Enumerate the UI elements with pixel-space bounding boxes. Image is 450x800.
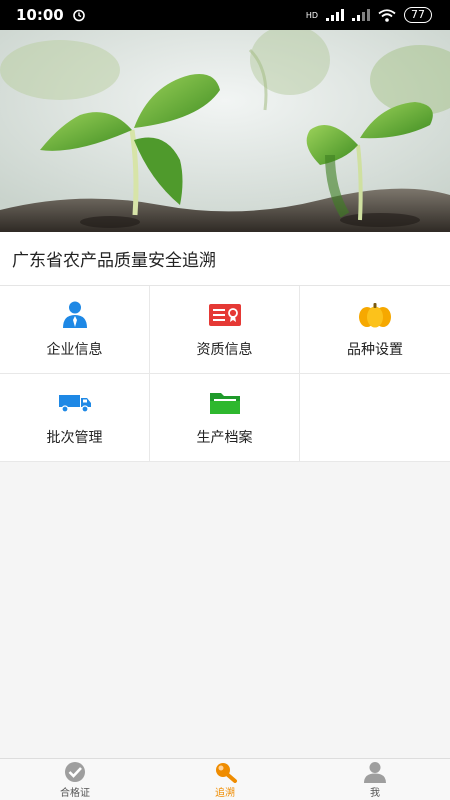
menu-grid: 企业信息 资质信息 品种设置 批次管理 生产档案 (0, 286, 450, 462)
menu-item-label: 批次管理 (46, 429, 103, 446)
menu-item-label: 品种设置 (347, 341, 403, 358)
menu-item-label: 企业信息 (46, 341, 103, 358)
tab-label: 合格证 (60, 787, 90, 799)
signal-2-icon (352, 9, 370, 21)
folder-icon (209, 392, 240, 414)
check-badge-icon (65, 761, 85, 782)
person-icon (62, 301, 87, 328)
wifi-icon (378, 8, 396, 22)
tab-label: 追溯 (215, 787, 235, 799)
tab-trace[interactable]: 追溯 (150, 759, 300, 800)
tab-label: 我 (370, 787, 380, 799)
menu-item-production-records[interactable]: 生产档案 (150, 374, 300, 462)
menu-item-variety-settings[interactable]: 品种设置 (300, 286, 450, 374)
magnifier-icon (216, 762, 237, 783)
banner-image (0, 30, 450, 232)
seedling-illustration (0, 30, 450, 232)
certificate-icon (208, 303, 241, 326)
signal-icon (326, 9, 344, 21)
menu-empty-cell (300, 374, 450, 462)
menu-item-company-info[interactable]: 企业信息 (0, 286, 150, 374)
tab-certificate[interactable]: 合格证 (0, 759, 150, 800)
tab-me[interactable]: 我 (300, 759, 450, 800)
menu-item-qualification-info[interactable]: 资质信息 (150, 286, 300, 374)
menu-item-batch-management[interactable]: 批次管理 (0, 374, 150, 462)
content-empty-area (0, 462, 450, 763)
truck-icon (58, 394, 91, 413)
page-title: 广东省农产品质量安全追溯 (0, 232, 450, 286)
network-type-label: HD (305, 10, 318, 20)
menu-item-label: 资质信息 (196, 341, 253, 358)
pumpkin-icon (359, 302, 391, 327)
menu-item-label: 生产档案 (196, 429, 253, 446)
bottom-tab-bar: 合格证 追溯 我 (0, 758, 450, 800)
alarm-icon (72, 9, 85, 22)
profile-icon (364, 761, 386, 783)
status-bar: 10:00 HD 77 (0, 0, 450, 30)
battery-indicator: 77 (404, 7, 432, 23)
status-time: 10:00 (16, 6, 64, 24)
